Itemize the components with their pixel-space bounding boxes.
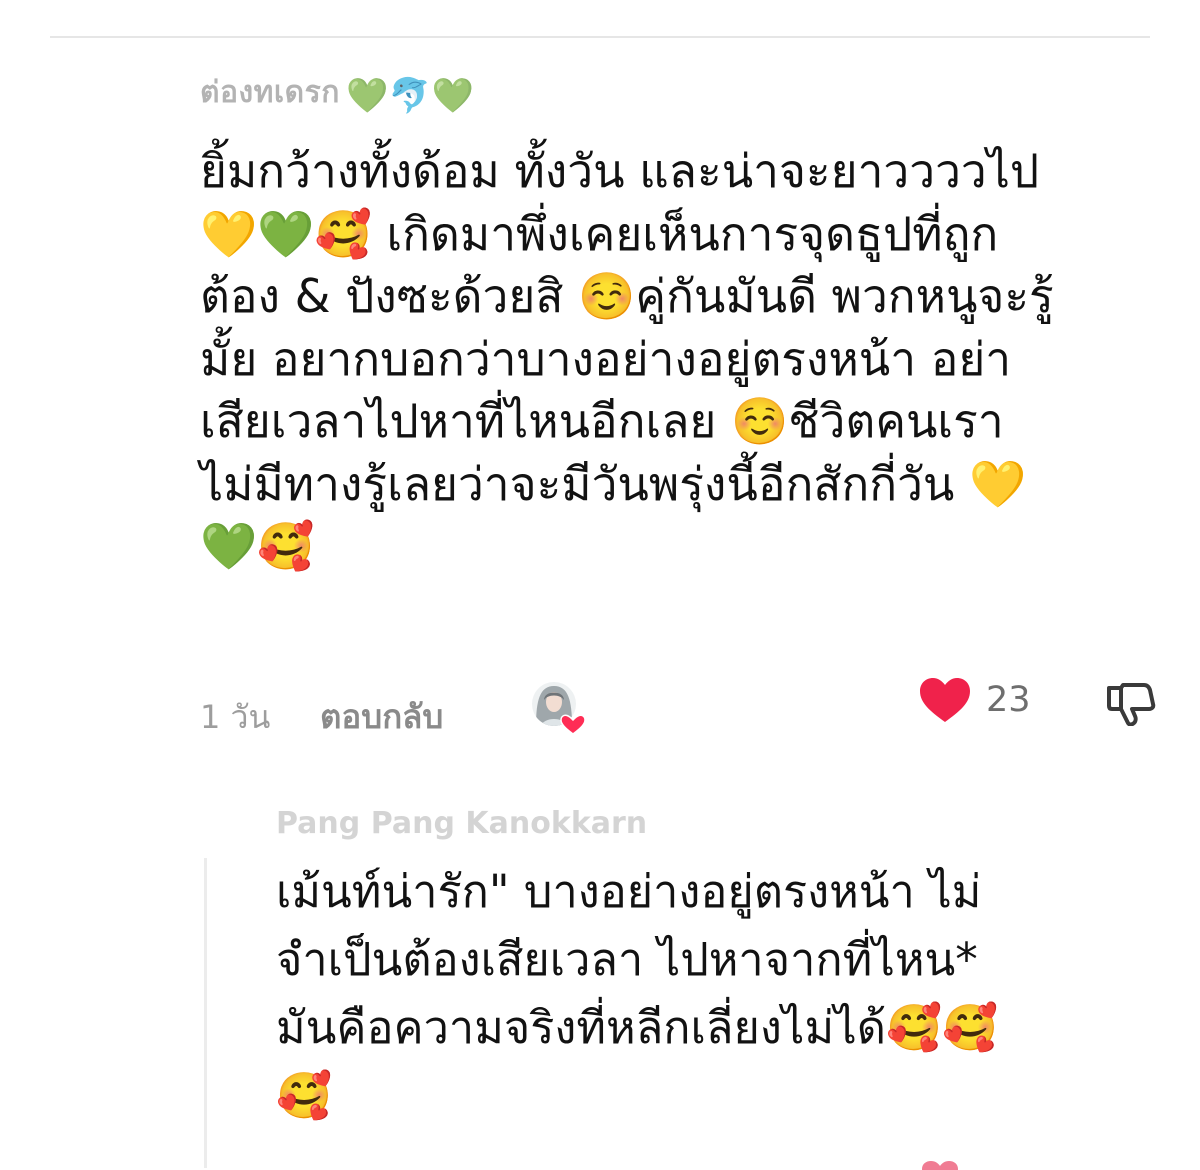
reply-button[interactable]: ตอบกลับ (320, 690, 443, 743)
top-divider (50, 36, 1150, 38)
comment-line: ต้อง & ปังซะด้วยสิ ☺️คู่กันมันดี พวกหนูจ… (200, 269, 1054, 323)
reply-line: 🥰 (276, 1069, 333, 1122)
reply-text: เม้นท์น่ารัก" บางอย่างอยู่ตรงหน้า ไม่ จำ… (276, 858, 1156, 1130)
thumbs-down-icon[interactable] (1105, 680, 1161, 726)
username-text: ต่องทเดรก (200, 75, 340, 110)
comment-text: ยิ้มกว้างทั้งด้อม ทั้งวัน และน่าจะยาวววว… (200, 140, 1140, 578)
heart-icon (920, 678, 970, 722)
reply-line: เม้นท์น่ารัก" บางอย่างอยู่ตรงหน้า ไม่ (276, 865, 982, 918)
reply-username[interactable]: Pang Pang Kanokkarn (276, 806, 647, 841)
comment-actions: 1 วัน ตอบกลับ 23 (200, 678, 1161, 743)
comment-line: เสียเวลาไปหาที่ไหนอีกเลย ☺️ชีวิตคนเรา (200, 394, 1004, 448)
creator-liked-avatar (532, 682, 586, 735)
next-like-heart-icon[interactable] (920, 1160, 960, 1170)
comment-username[interactable]: ต่องทเดรก 💚🐬💚 (200, 72, 474, 116)
reply-line: มันคือความจริงที่หลีกเลี่ยงไม่ได้🥰🥰 (276, 1001, 999, 1054)
comment-line: 💚🥰 (200, 519, 315, 573)
reply-thread-line (204, 858, 207, 1168)
comment-line: ยิ้มกว้างทั้งด้อม ทั้งวัน และน่าจะยาวววว… (200, 144, 1040, 198)
comment-timestamp: 1 วัน (200, 698, 271, 736)
like-count: 23 (986, 680, 1031, 720)
reply-line: จำเป็นต้องเสียเวลา ไปหาจากที่ไหน* (276, 933, 978, 986)
comment-line: 💛💚🥰 เกิดมาพึ่งเคยเห็นการจุดธูปที่ถูก (200, 206, 999, 261)
comment-line: มั้ย อยากบอกว่าบางอย่างอยู่ตรงหน้า อย่า (200, 331, 1012, 386)
username-emojis: 💚🐬💚 (345, 76, 475, 116)
creator-heart-icon (560, 714, 586, 735)
comment-line: ไม่มีทางรู้เลยว่าจะมีวันพรุ่งนี้อีกสักกี… (200, 456, 1027, 511)
like-button[interactable]: 23 (918, 678, 1031, 722)
